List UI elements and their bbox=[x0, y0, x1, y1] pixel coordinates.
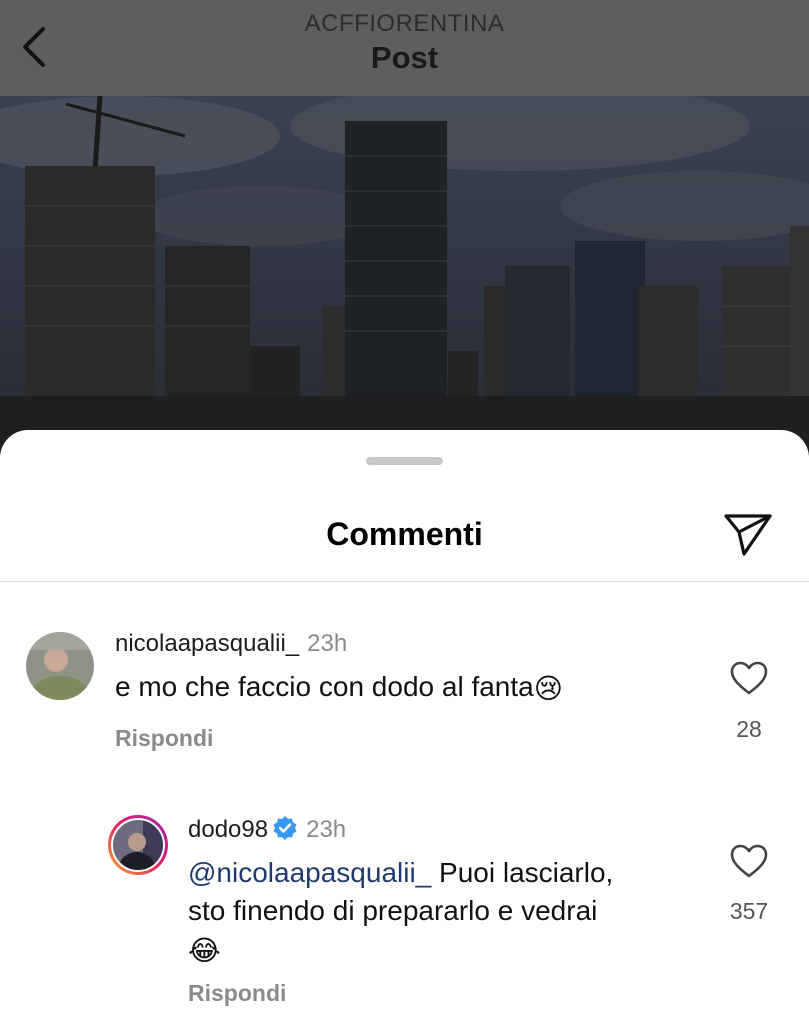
comment-text: e mo che faccio con dodo al fanta😢 bbox=[115, 668, 563, 706]
mention-link[interactable]: @nicolaapasqualii_ bbox=[188, 857, 431, 888]
comment-text: @nicolaapasqualii_ Puoi lasciarlo, sto f… bbox=[188, 854, 688, 968]
post-image bbox=[0, 96, 809, 456]
top-header: ACFFIORENTINA Post bbox=[0, 0, 809, 96]
like-count: 28 bbox=[736, 716, 762, 742]
heart-icon bbox=[730, 661, 768, 695]
paper-plane-icon bbox=[724, 514, 772, 556]
heart-icon bbox=[730, 844, 768, 878]
comment-body-line1: Puoi lasciarlo, bbox=[431, 857, 614, 888]
username-text[interactable]: dodo98 bbox=[188, 816, 268, 843]
sheet-divider bbox=[0, 581, 809, 582]
like-button[interactable] bbox=[729, 660, 769, 696]
comments-title: Commenti bbox=[326, 516, 483, 552]
reply-button[interactable]: Rispondi bbox=[188, 980, 286, 1007]
comment-body: e mo che faccio con dodo al fanta bbox=[115, 671, 534, 702]
share-button[interactable] bbox=[722, 510, 774, 558]
avatar[interactable] bbox=[108, 815, 168, 875]
comments-sheet: Commenti nicolaapasqualii_ 23h e mo che f… bbox=[0, 430, 809, 1024]
like-button[interactable] bbox=[729, 843, 769, 879]
comment-time: 23h bbox=[306, 816, 347, 843]
verified-badge-icon bbox=[273, 816, 297, 840]
comment-time: 23h bbox=[307, 630, 348, 657]
sheet-grabber[interactable] bbox=[366, 457, 443, 465]
laughing-face-emoji: 😂 bbox=[188, 935, 221, 966]
avatar[interactable] bbox=[26, 632, 94, 700]
username-text[interactable]: nicolaapasqualii_ bbox=[115, 630, 299, 657]
comment-username[interactable]: nicolaapasqualii_ 23h bbox=[115, 630, 347, 658]
crying-face-emoji: 😢 bbox=[533, 673, 563, 704]
comment-body-line2: sto finendo di prepararlo e vedrai bbox=[188, 895, 598, 926]
comment-username[interactable]: dodo98 23h bbox=[188, 815, 346, 844]
reply-button[interactable]: Rispondi bbox=[115, 725, 213, 752]
avatar-image bbox=[111, 818, 165, 872]
account-name[interactable]: ACFFIORENTINA bbox=[0, 10, 809, 38]
like-count: 357 bbox=[729, 898, 769, 924]
page-title: Post bbox=[370, 40, 439, 75]
